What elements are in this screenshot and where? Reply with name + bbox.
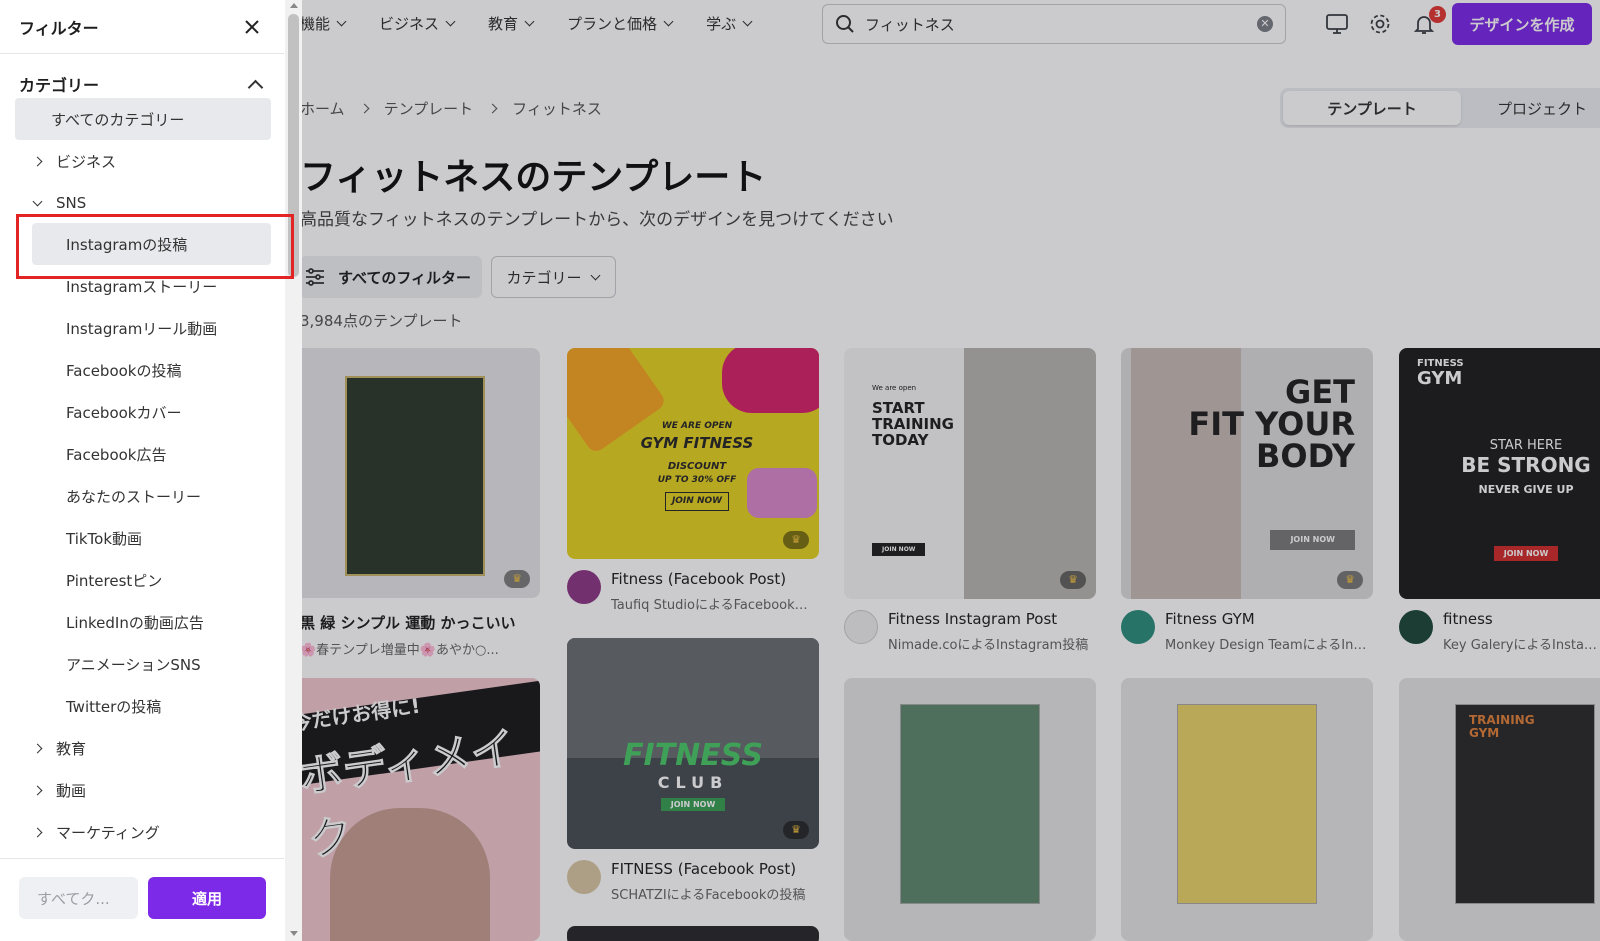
subcategory-label: Instagramリール動画 <box>66 319 218 338</box>
subcategory-animated-sns[interactable]: アニメーションSNS <box>32 643 271 685</box>
subcategory-facebook-post[interactable]: Facebookの投稿 <box>32 349 271 391</box>
subcategory-label: アニメーションSNS <box>66 655 201 674</box>
subcategory-label: TikTok動画 <box>66 529 143 548</box>
subcategory-facebook-ad[interactable]: Facebook広告 <box>32 433 271 475</box>
subcategory-label: Facebookカバー <box>66 403 182 422</box>
category-marketing[interactable]: マーケティング <box>15 811 271 853</box>
filter-panel-body: カテゴリー すべてのカテゴリー ビジネス SNS Instagramの投稿 In… <box>0 54 284 858</box>
subcategory-instagram-post[interactable]: Instagramの投稿 <box>32 223 271 265</box>
category-video[interactable]: 動画 <box>15 769 271 811</box>
close-icon[interactable] <box>240 15 264 39</box>
subcategory-tiktok-video[interactable]: TikTok動画 <box>32 517 271 559</box>
category-label: 動画 <box>56 781 87 800</box>
clear-all-button[interactable]: すべてク... <box>19 877 138 919</box>
subcategory-label: あなたのストーリー <box>66 487 202 506</box>
category-label: すべてのカテゴリー <box>51 110 185 129</box>
filter-panel: フィルター カテゴリー すべてのカテゴリー ビジネス SNS Instagram… <box>0 0 302 941</box>
category-all[interactable]: すべてのカテゴリー <box>15 98 271 140</box>
chevron-right-icon <box>32 827 43 837</box>
chevron-right-icon <box>32 156 43 166</box>
filter-panel-footer: すべてク... 適用 <box>0 858 284 941</box>
subcategory-facebook-cover[interactable]: Facebookカバー <box>32 391 271 433</box>
subcategory-label: LinkedInの動画広告 <box>66 613 204 632</box>
subcategory-label: Instagramストーリー <box>66 277 218 296</box>
category-label: SNS <box>56 194 87 212</box>
subcategory-label: Twitterの投稿 <box>66 697 162 716</box>
subcategory-twitter-post[interactable]: Twitterの投稿 <box>32 685 271 727</box>
subcategory-label: Facebook広告 <box>66 445 167 464</box>
category-label: ビジネス <box>56 152 117 171</box>
scroll-down-arrow-icon[interactable] <box>290 931 298 936</box>
filter-panel-title: フィルター <box>19 18 99 38</box>
scrollbar-thumb[interactable] <box>288 14 299 277</box>
chevron-right-icon <box>32 743 43 753</box>
chevron-down-icon <box>32 196 43 206</box>
subcategory-label: Pinterestピン <box>66 571 163 590</box>
subcategory-label: Facebookの投稿 <box>66 361 182 380</box>
filter-panel-header: フィルター <box>0 0 284 54</box>
category-label: マーケティング <box>56 823 160 842</box>
scroll-up-arrow-icon[interactable] <box>290 3 298 8</box>
subcategory-label: Instagramの投稿 <box>66 235 188 254</box>
chevron-up-icon <box>247 79 264 95</box>
apply-button[interactable]: 適用 <box>148 877 266 919</box>
category-business[interactable]: ビジネス <box>15 140 271 182</box>
subcategory-linkedin-video-ad[interactable]: LinkedInの動画広告 <box>32 601 271 643</box>
subcategory-instagram-story[interactable]: Instagramストーリー <box>32 265 271 307</box>
category-sns[interactable]: SNS <box>15 182 271 224</box>
category-section-title: カテゴリー <box>19 76 100 95</box>
subcategory-your-story[interactable]: あなたのストーリー <box>32 475 271 517</box>
category-education[interactable]: 教育 <box>15 727 271 769</box>
subcategory-instagram-reel[interactable]: Instagramリール動画 <box>32 307 271 349</box>
filter-panel-scrollbar[interactable] <box>285 0 302 941</box>
category-label: 教育 <box>56 739 87 758</box>
chevron-right-icon <box>32 785 43 795</box>
subcategory-pinterest-pin[interactable]: Pinterestピン <box>32 559 271 601</box>
